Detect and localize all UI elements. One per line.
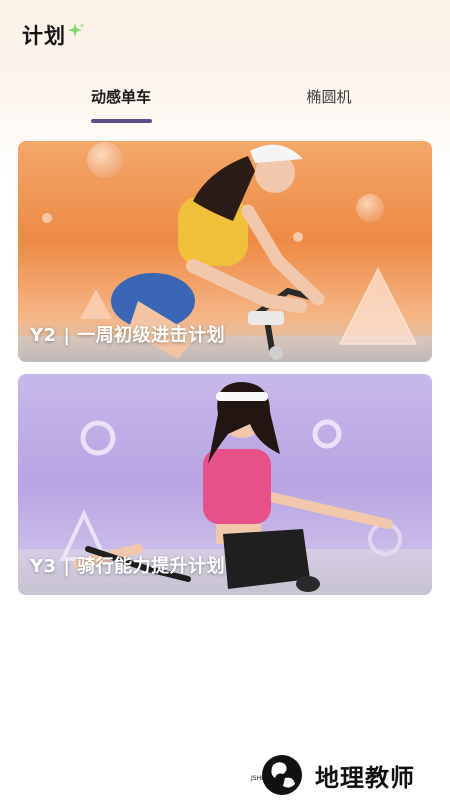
globe-logo-icon: JSHR: [250, 755, 302, 795]
sparkle-icon: [68, 23, 85, 37]
plan-card-y3[interactable]: Y3 | 骑行能力提升计划: [18, 374, 432, 595]
tab-bar: 动感单车 椭圆机: [0, 86, 450, 126]
plan-title: Y3 | 骑行能力提升计划: [30, 556, 226, 577]
watermark-text: 地理教师: [315, 763, 415, 792]
watermark: JSHR 地理教师: [249, 750, 415, 800]
page-title: 计划: [22, 24, 66, 48]
plan-card-y2[interactable]: Y2 | 一周初级进击计划: [18, 141, 432, 362]
tab-elliptical[interactable]: 椭圆机: [286, 86, 372, 107]
page-header: 计划: [22, 20, 85, 50]
tab-spin-bike[interactable]: 动感单车: [78, 86, 164, 107]
ring-text: JSHR: [250, 775, 265, 782]
active-tab-indicator: [91, 119, 152, 123]
plan-title: Y2 | 一周初级进击计划: [30, 325, 226, 346]
